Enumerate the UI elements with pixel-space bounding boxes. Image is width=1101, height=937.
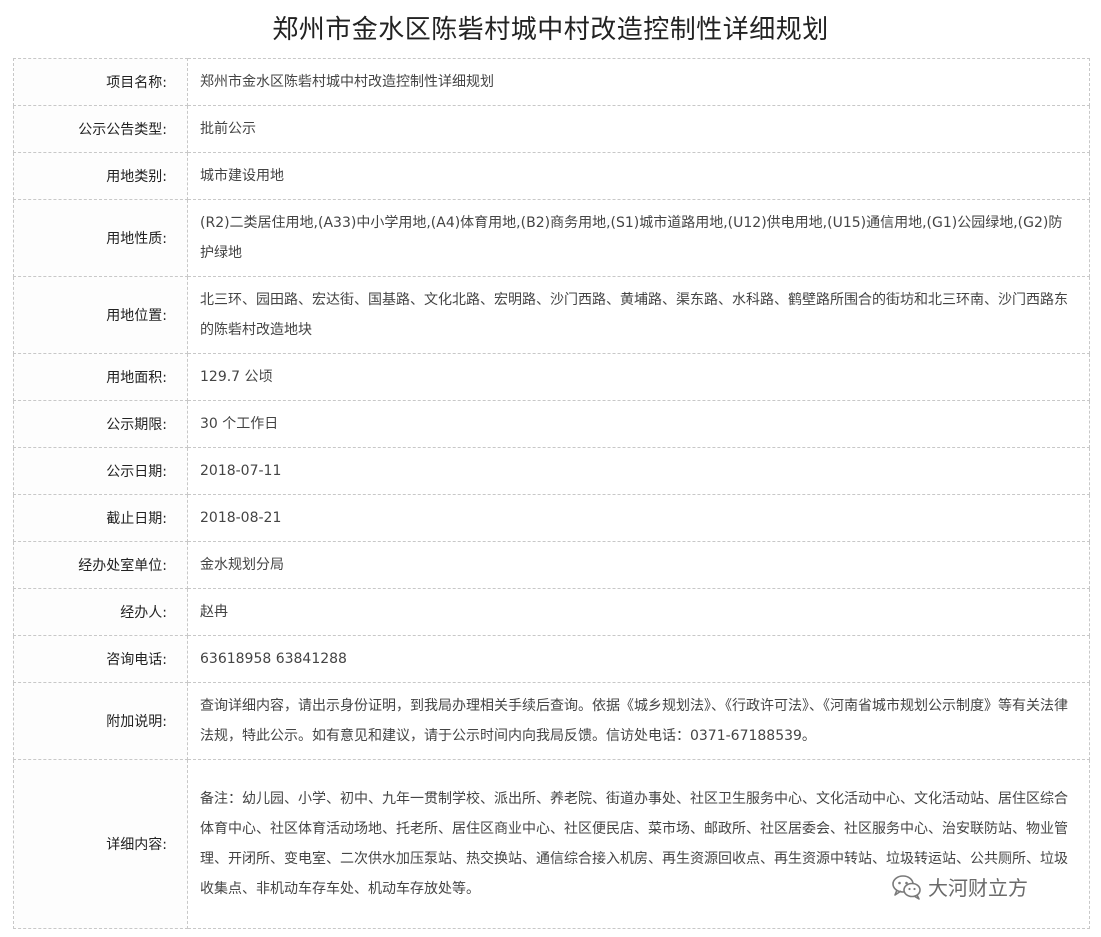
table-row: 经办人: 赵冉 [13,588,1090,636]
row-value-notice-period: 30 个工作日 [187,400,1090,448]
row-label-notice-period: 公示期限: [13,400,188,448]
table-row: 经办处室单位: 金水规划分局 [13,541,1090,589]
row-label-land-location: 用地位置: [13,276,188,354]
row-label-details: 详细内容: [13,759,188,929]
table-row: 项目名称: 郑州市金水区陈砦村城中村改造控制性详细规划 [13,58,1090,106]
row-value-land-category: 城市建设用地 [187,152,1090,200]
row-value-land-area: 129.7 公顷 [187,353,1090,401]
table-row: 附加说明: 查询详细内容，请出示身份证明，到我局办理相关手续后查询。依据《城乡规… [13,682,1090,760]
row-value-land-use: (R2)二类居住用地,(A33)中小学用地,(A4)体育用地,(B2)商务用地,… [187,199,1090,277]
row-value-handler: 赵冉 [187,588,1090,636]
watermark: 大河财立方 [892,872,1028,901]
row-value-deadline: 2018-08-21 [187,494,1090,542]
table-row: 用地类别: 城市建设用地 [13,152,1090,200]
watermark-text: 大河财立方 [928,876,1028,900]
row-label-phone: 咨询电话: [13,635,188,683]
row-value-additional-notes: 查询详细内容，请出示身份证明，到我局办理相关手续后查询。依据《城乡规划法》、《行… [187,682,1090,760]
table-row: 公示期限: 30 个工作日 [13,400,1090,448]
page: 郑州市金水区陈砦村城中村改造控制性详细规划 项目名称: 郑州市金水区陈砦村城中村… [0,0,1101,937]
row-label-handler: 经办人: [13,588,188,636]
row-label-notice-type: 公示公告类型: [13,105,188,153]
table-row: 用地面积: 129.7 公顷 [13,353,1090,401]
row-label-handling-unit: 经办处室单位: [13,541,188,589]
table-row: 咨询电话: 63618958 63841288 [13,635,1090,683]
row-label-land-use: 用地性质: [13,199,188,277]
row-label-additional-notes: 附加说明: [13,682,188,760]
table-row: 公示公告类型: 批前公示 [13,105,1090,153]
row-value-notice-date: 2018-07-11 [187,447,1090,495]
page-title: 郑州市金水区陈砦村城中村改造控制性详细规划 [272,15,829,45]
table-row: 用地位置: 北三环、园田路、宏达街、国基路、文化北路、宏明路、沙门西路、黄埔路、… [13,276,1090,354]
row-value-notice-type: 批前公示 [187,105,1090,153]
row-label-project-name: 项目名称: [13,58,188,106]
row-label-land-category: 用地类别: [13,152,188,200]
row-label-notice-date: 公示日期: [13,447,188,495]
row-value-phone: 63618958 63841288 [187,635,1090,683]
table-row: 截止日期: 2018-08-21 [13,494,1090,542]
row-value-handling-unit: 金水规划分局 [187,541,1090,589]
row-value-details: 备注：幼儿园、小学、初中、九年一贯制学校、派出所、养老院、街道办事处、社区卫生服… [187,759,1090,929]
row-label-land-area: 用地面积: [13,353,188,401]
row-label-deadline: 截止日期: [13,494,188,542]
row-value-project-name: 郑州市金水区陈砦村城中村改造控制性详细规划 [187,58,1090,106]
info-table: 项目名称: 郑州市金水区陈砦村城中村改造控制性详细规划 公示公告类型: 批前公示… [13,58,1090,929]
wechat-icon [892,874,922,900]
table-row: 公示日期: 2018-07-11 [13,447,1090,495]
table-row: 用地性质: (R2)二类居住用地,(A33)中小学用地,(A4)体育用地,(B2… [13,199,1090,277]
table-row: 详细内容: 备注：幼儿园、小学、初中、九年一贯制学校、派出所、养老院、街道办事处… [13,759,1090,929]
row-value-land-location: 北三环、园田路、宏达街、国基路、文化北路、宏明路、沙门西路、黄埔路、渠东路、水科… [187,276,1090,354]
